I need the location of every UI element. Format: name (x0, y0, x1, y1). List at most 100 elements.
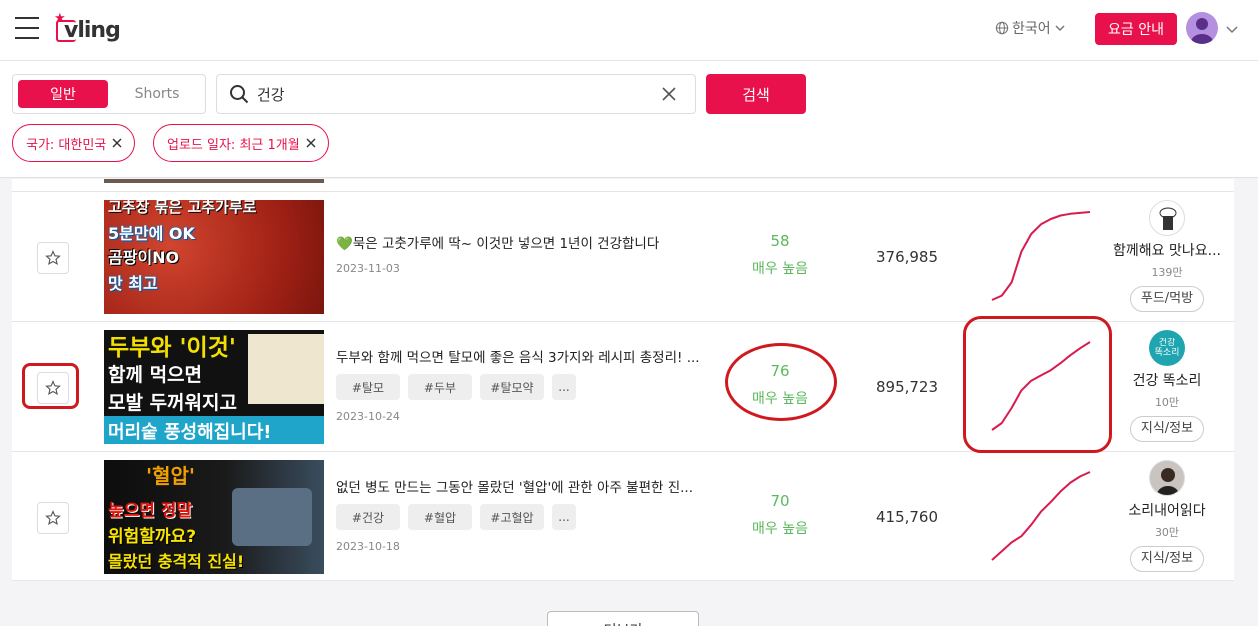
user-avatar[interactable] (1186, 12, 1218, 44)
thumbnail-text: 5분만에 OK (108, 224, 195, 243)
hashtag-chip[interactable]: #두부 (408, 374, 472, 400)
globe-icon (995, 21, 1009, 35)
channel-avatar[interactable] (1149, 200, 1185, 236)
video-title[interactable]: 💚묵은 고춧가루에 딱~ 이것만 넣으면 1년이 건강합니다 (336, 232, 716, 252)
upload-date: 2023-10-24 (336, 410, 400, 423)
channel-name[interactable]: 건강 똑소리 (1112, 370, 1222, 390)
hamburger-menu-icon[interactable] (15, 17, 39, 39)
channel-category[interactable]: 지식/정보 (1129, 546, 1205, 572)
user-silhouette-icon (1191, 18, 1213, 44)
filter-chip-label: 국가: 대한민국 (26, 137, 107, 153)
upload-date: 2023-11-03 (336, 262, 400, 275)
upload-date: 2023-10-18 (336, 540, 400, 553)
hashtag-chip[interactable]: #건강 (336, 504, 400, 530)
thumbnail-text: 맛 최고 (108, 274, 158, 293)
blood-pressure-monitor-image (232, 488, 312, 546)
performance-score: 76 매우 높음 (740, 362, 820, 408)
filter-chip-label: 업로드 일자: 최근 1개월 (167, 137, 300, 153)
thumbnail-text: 몰랐던 충격적 진실! (108, 552, 245, 571)
thumbnail-text: 곰팡이NO (108, 248, 180, 267)
table-row: 고추장 묶은 고추가루로 5분만에 OK 곰팡이NO 맛 최고 💚묵은 고춧가루… (12, 191, 1234, 321)
view-count: 376,985 (875, 248, 939, 266)
hashtag-list: #건강 #혈압 #고혈압 ... (336, 504, 576, 530)
hashtag-chip[interactable]: #혈압 (408, 504, 472, 530)
bookmark-button[interactable] (37, 242, 69, 274)
channel-info: 소리내어읽다 30만 지식/정보 (1112, 460, 1222, 572)
video-thumbnail[interactable]: '혈압' 높으면 정말 위험할까요? 몰랐던 충격적 진실! (104, 460, 324, 574)
previous-thumbnail-edge (104, 179, 324, 183)
thumbnail-text: 고추장 묶은 고추가루로 (108, 200, 257, 216)
clear-search-icon[interactable] (661, 86, 677, 102)
thumbnail-text: 함께 먹으면 (108, 364, 203, 386)
video-thumbnail[interactable]: 고추장 묶은 고추가루로 5분만에 OK 곰팡이NO 맛 최고 (104, 200, 324, 314)
more-hashtags-button[interactable]: ... (552, 504, 576, 530)
filter-chip-upload-date[interactable]: 업로드 일자: 최근 1개월 (153, 124, 329, 162)
score-level: 매우 높음 (752, 261, 808, 277)
thumbnail-text: '혈압' (146, 464, 196, 488)
video-title[interactable]: 두부와 함께 먹으면 탈모에 좋은 음식 3가지와 레시피 총정리! ... (336, 346, 716, 366)
person-photo-icon (1157, 468, 1179, 495)
channel-avatar[interactable] (1149, 460, 1185, 496)
more-hashtags-button[interactable]: ... (552, 374, 576, 400)
view-count: 895,723 (875, 378, 939, 396)
search-icon (230, 85, 249, 104)
hashtag-list: #탈모 #두부 #탈모약 ... (336, 374, 576, 400)
search-input[interactable] (257, 81, 637, 107)
channel-info: 건강 똑소리 건강 똑소리 10만 지식/정보 (1112, 330, 1222, 442)
star-icon (45, 380, 61, 396)
trend-line (991, 471, 1091, 561)
search-panel: 일반 Shorts 검색 국가: 대한민국 업로드 일자: 최근 1개월 (0, 61, 1258, 178)
search-button[interactable]: 검색 (706, 74, 806, 114)
tab-shorts[interactable]: Shorts (113, 80, 201, 108)
hashtag-chip[interactable]: #고혈압 (480, 504, 544, 530)
thumbnail-text: 모발 두꺼워지고 (108, 392, 237, 414)
tofu-image (248, 334, 324, 404)
channel-category[interactable]: 푸드/먹방 (1129, 286, 1205, 312)
language-selector[interactable]: 한국어 (995, 18, 1066, 38)
channel-avatar-text: 건강 똑소리 (1154, 338, 1180, 358)
chef-logo-icon (1159, 207, 1177, 230)
trend-line (991, 211, 1091, 301)
performance-score: 58 매우 높음 (740, 232, 820, 278)
vling-logo[interactable]: ★ vling (54, 12, 121, 46)
trend-sparkline (991, 471, 1091, 561)
thumbnail-text: 두부와 '이것' (108, 335, 236, 361)
channel-subscribers: 30만 (1154, 526, 1180, 539)
tab-general[interactable]: 일반 (18, 80, 108, 108)
chevron-down-icon (1055, 25, 1065, 32)
score-value: 58 (770, 232, 790, 250)
table-row: 두부와 '이것' 함께 먹으면 모발 두꺼워지고 머리숱 풍성해집니다! 두부와… (12, 321, 1234, 451)
load-more-button[interactable]: 더보기 (547, 611, 699, 626)
video-type-toggle: 일반 Shorts (12, 74, 206, 114)
channel-category[interactable]: 지식/정보 (1129, 416, 1205, 442)
channel-name[interactable]: 함께해요 맛나요... (1112, 240, 1222, 260)
score-value: 70 (770, 492, 790, 510)
account-chevron-down-icon[interactable] (1225, 22, 1239, 36)
remove-filter-icon[interactable] (112, 138, 122, 148)
filter-chip-country[interactable]: 국가: 대한민국 (12, 124, 136, 162)
video-title[interactable]: 없던 병도 만드는 그동안 몰랐던 '혈압'에 관한 아주 불편한 진... (336, 476, 716, 496)
hashtag-chip[interactable]: #탈모 (336, 374, 400, 400)
star-icon (45, 510, 61, 526)
channel-subscribers: 139만 (1151, 266, 1183, 279)
top-navigation-bar: ★ vling 한국어 요금 안내 (0, 0, 1258, 60)
channel-name[interactable]: 소리내어읽다 (1112, 500, 1222, 520)
table-row: '혈압' 높으면 정말 위험할까요? 몰랐던 충격적 진실! 없던 병도 만드는… (12, 451, 1234, 581)
logo-text: vling (64, 18, 121, 43)
trend-line (991, 341, 1091, 431)
video-thumbnail[interactable]: 두부와 '이것' 함께 먹으면 모발 두꺼워지고 머리숱 풍성해집니다! (104, 330, 324, 444)
bookmark-button[interactable] (37, 372, 69, 404)
score-level: 매우 높음 (752, 521, 808, 537)
thumbnail-text: 머리숱 풍성해집니다! (108, 422, 272, 443)
pricing-button[interactable]: 요금 안내 (1095, 13, 1177, 45)
channel-avatar[interactable]: 건강 똑소리 (1149, 330, 1185, 366)
performance-score: 70 매우 높음 (740, 492, 820, 538)
remove-filter-icon[interactable] (306, 138, 316, 148)
view-count: 415,760 (875, 508, 939, 526)
star-icon (45, 250, 61, 266)
channel-info: 함께해요 맛나요... 139만 푸드/먹방 (1112, 200, 1222, 312)
bookmark-button[interactable] (37, 502, 69, 534)
hashtag-chip[interactable]: #탈모약 (480, 374, 544, 400)
language-label: 한국어 (1012, 21, 1051, 37)
thumbnail-text: 위험할까요? (108, 527, 197, 547)
